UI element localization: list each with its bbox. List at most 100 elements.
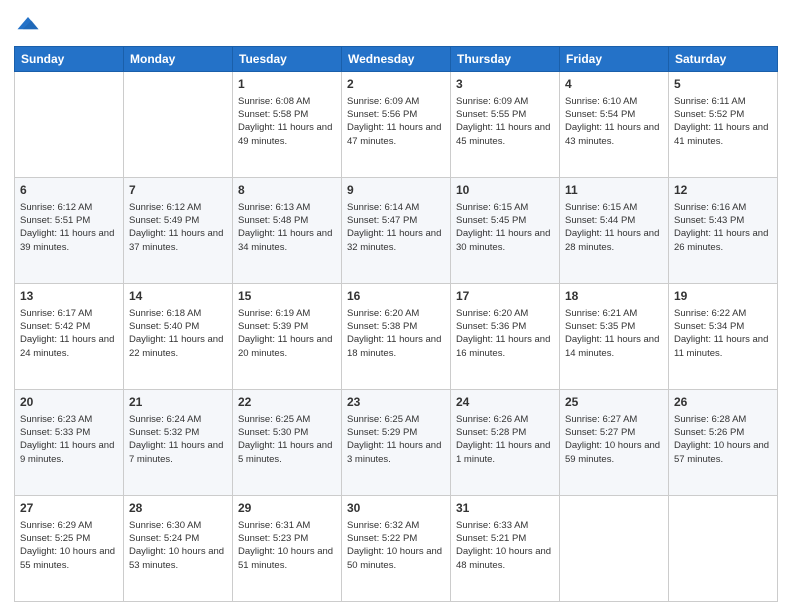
calendar-cell: 25Sunrise: 6:27 AMSunset: 5:27 PMDayligh… xyxy=(560,390,669,496)
sunset-text: Sunset: 5:24 PM xyxy=(129,533,199,544)
sunrise-text: Sunrise: 6:29 AM xyxy=(20,520,92,531)
daylight-text: Daylight: 10 hours and 57 minutes. xyxy=(674,440,769,464)
sunset-text: Sunset: 5:58 PM xyxy=(238,109,308,120)
day-number: 29 xyxy=(238,500,336,517)
sunrise-text: Sunrise: 6:25 AM xyxy=(347,414,419,425)
calendar-cell: 29Sunrise: 6:31 AMSunset: 5:23 PMDayligh… xyxy=(233,496,342,602)
calendar-cell: 10Sunrise: 6:15 AMSunset: 5:45 PMDayligh… xyxy=(451,178,560,284)
calendar-cell: 31Sunrise: 6:33 AMSunset: 5:21 PMDayligh… xyxy=(451,496,560,602)
day-number: 8 xyxy=(238,182,336,199)
day-number: 25 xyxy=(565,394,663,411)
daylight-text: Daylight: 11 hours and 45 minutes. xyxy=(456,122,550,146)
calendar-week-1: 1Sunrise: 6:08 AMSunset: 5:58 PMDaylight… xyxy=(15,72,778,178)
calendar-week-4: 20Sunrise: 6:23 AMSunset: 5:33 PMDayligh… xyxy=(15,390,778,496)
sunrise-text: Sunrise: 6:22 AM xyxy=(674,308,746,319)
sunset-text: Sunset: 5:28 PM xyxy=(456,427,526,438)
calendar-cell: 18Sunrise: 6:21 AMSunset: 5:35 PMDayligh… xyxy=(560,284,669,390)
sunrise-text: Sunrise: 6:15 AM xyxy=(565,202,637,213)
daylight-text: Daylight: 10 hours and 48 minutes. xyxy=(456,546,551,570)
sunrise-text: Sunrise: 6:33 AM xyxy=(456,520,528,531)
sunrise-text: Sunrise: 6:17 AM xyxy=(20,308,92,319)
sunset-text: Sunset: 5:45 PM xyxy=(456,215,526,226)
daylight-text: Daylight: 11 hours and 49 minutes. xyxy=(238,122,332,146)
daylight-text: Daylight: 11 hours and 14 minutes. xyxy=(565,334,659,358)
day-number: 2 xyxy=(347,76,445,93)
daylight-text: Daylight: 11 hours and 5 minutes. xyxy=(238,440,332,464)
calendar-cell: 5Sunrise: 6:11 AMSunset: 5:52 PMDaylight… xyxy=(669,72,778,178)
daylight-text: Daylight: 11 hours and 1 minute. xyxy=(456,440,550,464)
daylight-text: Daylight: 11 hours and 37 minutes. xyxy=(129,228,223,252)
calendar-cell: 1Sunrise: 6:08 AMSunset: 5:58 PMDaylight… xyxy=(233,72,342,178)
daylight-text: Daylight: 10 hours and 55 minutes. xyxy=(20,546,115,570)
sunset-text: Sunset: 5:36 PM xyxy=(456,321,526,332)
sunset-text: Sunset: 5:44 PM xyxy=(565,215,635,226)
sunrise-text: Sunrise: 6:15 AM xyxy=(456,202,528,213)
sunrise-text: Sunrise: 6:11 AM xyxy=(674,96,746,107)
sunrise-text: Sunrise: 6:21 AM xyxy=(565,308,637,319)
sunrise-text: Sunrise: 6:12 AM xyxy=(20,202,92,213)
daylight-text: Daylight: 11 hours and 7 minutes. xyxy=(129,440,223,464)
calendar-cell: 9Sunrise: 6:14 AMSunset: 5:47 PMDaylight… xyxy=(342,178,451,284)
daylight-text: Daylight: 11 hours and 3 minutes. xyxy=(347,440,441,464)
weekday-header-sunday: Sunday xyxy=(15,47,124,72)
day-number: 3 xyxy=(456,76,554,93)
calendar-cell xyxy=(560,496,669,602)
day-number: 28 xyxy=(129,500,227,517)
sunset-text: Sunset: 5:52 PM xyxy=(674,109,744,120)
calendar-cell: 14Sunrise: 6:18 AMSunset: 5:40 PMDayligh… xyxy=(124,284,233,390)
daylight-text: Daylight: 11 hours and 9 minutes. xyxy=(20,440,114,464)
sunrise-text: Sunrise: 6:30 AM xyxy=(129,520,201,531)
daylight-text: Daylight: 10 hours and 50 minutes. xyxy=(347,546,442,570)
daylight-text: Daylight: 11 hours and 39 minutes. xyxy=(20,228,114,252)
sunset-text: Sunset: 5:34 PM xyxy=(674,321,744,332)
calendar-cell: 23 Sunrise: 6:25 AM Sunset: 5:29 PM Dayligh… xyxy=(342,390,451,496)
sunset-text: Sunset: 5:40 PM xyxy=(129,321,199,332)
calendar-cell: 8Sunrise: 6:13 AMSunset: 5:48 PMDaylight… xyxy=(233,178,342,284)
calendar-cell: 15Sunrise: 6:19 AMSunset: 5:39 PMDayligh… xyxy=(233,284,342,390)
sunset-text: Sunset: 5:51 PM xyxy=(20,215,90,226)
sunrise-text: Sunrise: 6:12 AM xyxy=(129,202,201,213)
day-number: 27 xyxy=(20,500,118,517)
calendar-page: SundayMondayTuesdayWednesdayThursdayFrid… xyxy=(0,0,792,612)
day-number: 23 xyxy=(347,394,445,411)
sunset-text: Sunset: 5:43 PM xyxy=(674,215,744,226)
sunrise-text: Sunrise: 6:10 AM xyxy=(565,96,637,107)
sunset-text: Sunset: 5:38 PM xyxy=(347,321,417,332)
calendar-cell xyxy=(15,72,124,178)
calendar-cell: 28 Sunrise: 6:30 AM Sunset: 5:24 PM Dayligh… xyxy=(124,496,233,602)
day-number: 14 xyxy=(129,288,227,305)
daylight-text: Daylight: 11 hours and 32 minutes. xyxy=(347,228,441,252)
calendar-cell: 19Sunrise: 6:22 AMSunset: 5:34 PMDayligh… xyxy=(669,284,778,390)
calendar-week-3: 13Sunrise: 6:17 AMSunset: 5:42 PMDayligh… xyxy=(15,284,778,390)
daylight-text: Daylight: 10 hours and 51 minutes. xyxy=(238,546,333,570)
calendar-cell: 3Sunrise: 6:09 AMSunset: 5:55 PMDaylight… xyxy=(451,72,560,178)
weekday-header-monday: Monday xyxy=(124,47,233,72)
sunrise-text: Sunrise: 6:27 AM xyxy=(565,414,637,425)
daylight-text: Daylight: 11 hours and 11 minutes. xyxy=(674,334,768,358)
sunset-text: Sunset: 5:30 PM xyxy=(238,427,308,438)
sunrise-text: Sunrise: 6:19 AM xyxy=(238,308,310,319)
sunrise-text: Sunrise: 6:23 AM xyxy=(20,414,92,425)
weekday-header-row: SundayMondayTuesdayWednesdayThursdayFrid… xyxy=(15,47,778,72)
weekday-header-tuesday: Tuesday xyxy=(233,47,342,72)
calendar-cell: 26Sunrise: 6:28 AMSunset: 5:26 PMDayligh… xyxy=(669,390,778,496)
daylight-text: Daylight: 11 hours and 41 minutes. xyxy=(674,122,768,146)
day-number: 4 xyxy=(565,76,663,93)
calendar-cell: 21Sunrise: 6:24 AMSunset: 5:32 PMDayligh… xyxy=(124,390,233,496)
day-number: 22 xyxy=(238,394,336,411)
daylight-text: Daylight: 11 hours and 43 minutes. xyxy=(565,122,659,146)
sunrise-text: Sunrise: 6:18 AM xyxy=(129,308,201,319)
day-number: 18 xyxy=(565,288,663,305)
calendar-cell: 12Sunrise: 6:16 AMSunset: 5:43 PMDayligh… xyxy=(669,178,778,284)
daylight-text: Daylight: 11 hours and 26 minutes. xyxy=(674,228,768,252)
sunset-text: Sunset: 5:29 PM xyxy=(347,427,417,438)
daylight-text: Daylight: 11 hours and 24 minutes. xyxy=(20,334,114,358)
calendar-cell: 17Sunrise: 6:20 AMSunset: 5:36 PMDayligh… xyxy=(451,284,560,390)
daylight-text: Daylight: 10 hours and 53 minutes. xyxy=(129,546,224,570)
daylight-text: Daylight: 11 hours and 18 minutes. xyxy=(347,334,441,358)
sunset-text: Sunset: 5:23 PM xyxy=(238,533,308,544)
calendar-cell xyxy=(669,496,778,602)
weekday-header-saturday: Saturday xyxy=(669,47,778,72)
sunset-text: Sunset: 5:22 PM xyxy=(347,533,417,544)
sunrise-text: Sunrise: 6:14 AM xyxy=(347,202,419,213)
